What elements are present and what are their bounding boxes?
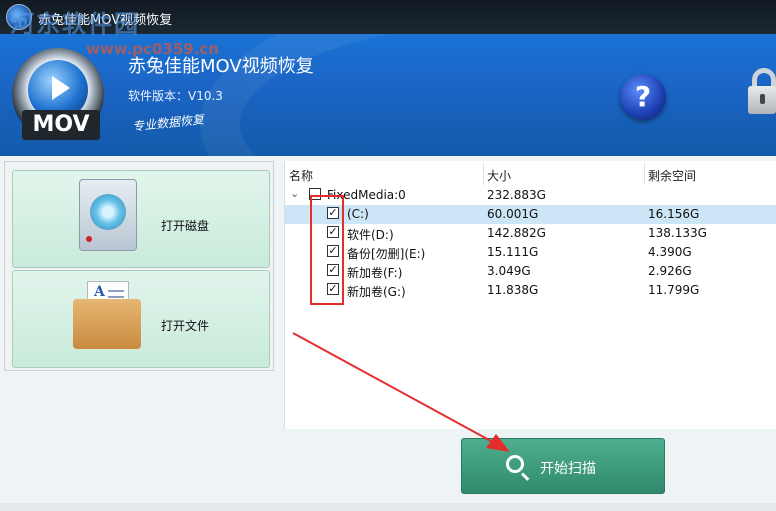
footer-strip (0, 503, 776, 511)
annotation-arrow-line (292, 332, 501, 447)
annotation-arrow (292, 332, 510, 452)
annotation-arrow-head (486, 434, 510, 452)
